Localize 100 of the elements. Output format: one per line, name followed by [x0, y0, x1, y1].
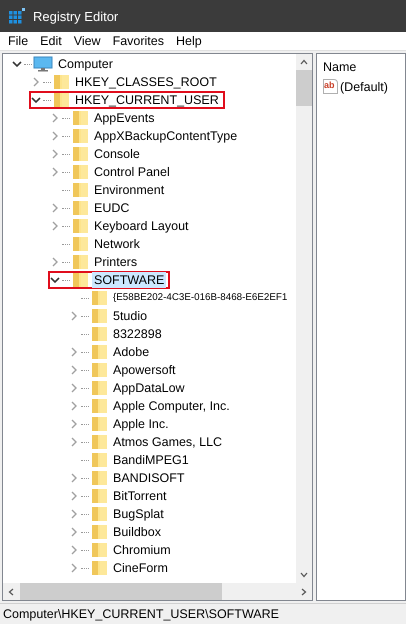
chevron-right-icon[interactable] — [69, 365, 79, 375]
chevron-right-icon[interactable] — [69, 491, 79, 501]
scroll-thumb[interactable] — [20, 583, 222, 600]
menu-item[interactable]: Favorites — [106, 34, 170, 48]
folder-icon — [90, 506, 108, 522]
tree-item[interactable]: SOFTWARE — [92, 272, 166, 288]
tree-item[interactable]: Console — [92, 146, 142, 162]
chevron-right-icon[interactable] — [69, 527, 79, 537]
folder-icon — [71, 182, 89, 198]
folder-icon — [90, 344, 108, 360]
scroll-left-icon[interactable] — [8, 588, 14, 596]
chevron-right-icon[interactable] — [69, 437, 79, 447]
horizontal-scrollbar[interactable] — [3, 583, 312, 600]
string-value-icon: ab — [323, 79, 338, 94]
chevron-right-icon[interactable] — [69, 347, 79, 357]
menu-item[interactable]: Edit — [34, 34, 68, 48]
folder-icon — [90, 542, 108, 558]
tree-item[interactable]: Environment — [92, 182, 166, 198]
tree-item[interactable]: 5tudio — [111, 308, 150, 324]
tree-item[interactable]: 8322898 — [111, 326, 164, 342]
folder-icon — [52, 92, 70, 108]
chevron-right-icon[interactable] — [69, 545, 79, 555]
folder-icon — [71, 128, 89, 144]
tree-item[interactable]: Apowersoft — [111, 362, 178, 378]
menu-item[interactable]: Help — [170, 34, 208, 48]
tree-item[interactable]: Control Panel — [92, 164, 172, 180]
tree-item[interactable]: {E58BE202-4C3E-016B-8468-E6E2EF1 — [111, 290, 290, 306]
chevron-right-icon[interactable] — [69, 383, 79, 393]
folder-icon — [90, 290, 108, 306]
tree-item[interactable]: Printers — [92, 254, 140, 270]
chevron-right-icon[interactable] — [69, 311, 79, 321]
chevron-right-icon[interactable] — [69, 563, 79, 573]
folder-icon — [90, 434, 108, 450]
value-name[interactable]: (Default) — [340, 80, 388, 94]
chevron-right-icon[interactable] — [50, 221, 60, 231]
tree-item[interactable]: CineForm — [111, 560, 170, 576]
folder-icon — [71, 164, 89, 180]
chevron-right-icon[interactable] — [69, 401, 79, 411]
tree-item[interactable]: BugSplat — [111, 506, 166, 522]
tree-item[interactable]: Apple Computer, Inc. — [111, 398, 232, 414]
tree-item[interactable]: Network — [92, 236, 142, 252]
chevron-right-icon[interactable] — [69, 473, 79, 483]
folder-icon — [71, 146, 89, 162]
scroll-up-icon[interactable] — [300, 59, 308, 65]
folder-icon — [71, 254, 89, 270]
menu-item[interactable]: View — [68, 34, 107, 48]
monitor-icon — [33, 56, 53, 72]
folder-icon — [90, 362, 108, 378]
folder-icon — [71, 200, 89, 216]
folder-icon — [52, 74, 70, 90]
folder-icon — [90, 308, 108, 324]
folder-icon — [71, 218, 89, 234]
tree-item[interactable]: Buildbox — [111, 524, 163, 540]
folder-icon — [90, 524, 108, 540]
chevron-right-icon[interactable] — [50, 257, 60, 267]
tree-item[interactable]: HKEY_CURRENT_USER — [73, 92, 221, 108]
tree-item[interactable]: Chromium — [111, 542, 173, 558]
tree-item[interactable]: EUDC — [92, 200, 132, 216]
tree-item[interactable]: Computer — [56, 56, 115, 72]
folder-icon — [90, 488, 108, 504]
chevron-down-icon[interactable] — [50, 275, 60, 285]
tree-item[interactable]: Adobe — [111, 344, 152, 360]
chevron-down-icon[interactable] — [12, 59, 22, 69]
chevron-down-icon[interactable] — [31, 95, 41, 105]
vertical-scrollbar[interactable] — [296, 54, 312, 583]
folder-icon — [90, 416, 108, 432]
scroll-right-icon[interactable] — [301, 588, 307, 596]
chevron-right-icon[interactable] — [69, 419, 79, 429]
tree-item[interactable]: AppXBackupContentType — [92, 128, 240, 144]
tree-item[interactable]: HKEY_CLASSES_ROOT — [73, 74, 219, 90]
chevron-right-icon[interactable] — [50, 203, 60, 213]
chevron-right-icon[interactable] — [31, 77, 41, 87]
folder-icon — [71, 272, 89, 288]
menu-item[interactable]: File — [2, 34, 34, 48]
tree-item[interactable]: BandiMPEG1 — [111, 452, 191, 468]
tree-item[interactable]: BANDISOFT — [111, 470, 187, 486]
status-bar: Computer\HKEY_CURRENT_USER\SOFTWARE — [0, 603, 406, 624]
chevron-right-icon[interactable] — [50, 167, 60, 177]
tree-item[interactable]: AppDataLow — [111, 380, 187, 396]
column-header[interactable]: Name — [323, 60, 356, 74]
folder-icon — [90, 560, 108, 576]
tree-item[interactable]: Atmos Games, LLC — [111, 434, 224, 450]
folder-icon — [71, 110, 89, 126]
scroll-thumb[interactable] — [296, 70, 312, 106]
tree-item[interactable]: Apple Inc. — [111, 416, 171, 432]
folder-icon — [90, 380, 108, 396]
chevron-right-icon[interactable] — [50, 131, 60, 141]
folder-icon — [90, 398, 108, 414]
chevron-right-icon[interactable] — [69, 509, 79, 519]
scroll-down-icon[interactable] — [300, 572, 308, 578]
window-title: Registry Editor — [33, 8, 118, 24]
tree-item[interactable]: AppEvents — [92, 110, 156, 126]
folder-icon — [71, 236, 89, 252]
tree-item[interactable]: BitTorrent — [111, 488, 168, 504]
folder-icon — [90, 470, 108, 486]
tree-item[interactable]: Keyboard Layout — [92, 218, 191, 234]
app-icon — [9, 8, 25, 24]
folder-icon — [90, 326, 108, 342]
chevron-right-icon[interactable] — [50, 113, 60, 123]
chevron-right-icon[interactable] — [50, 149, 60, 159]
